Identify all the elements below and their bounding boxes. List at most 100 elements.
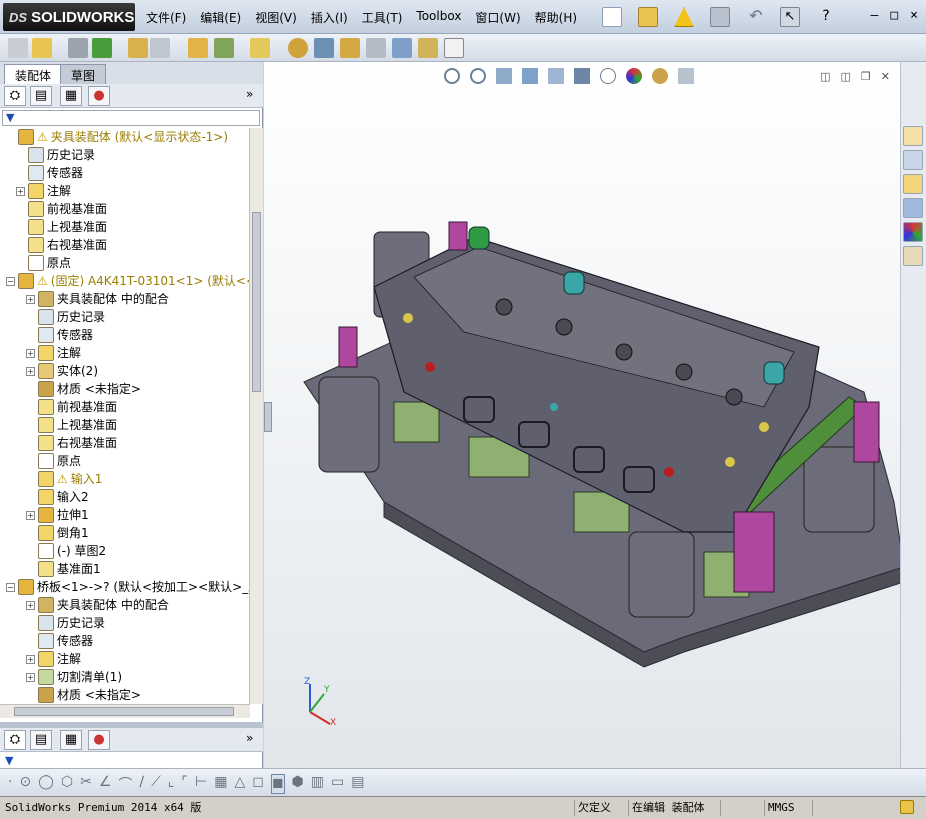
tree-item[interactable]: 历史记录 — [16, 146, 95, 164]
bill-of-materials-icon[interactable] — [340, 38, 360, 58]
point-icon[interactable]: · — [8, 774, 12, 794]
tree-item[interactable]: + 注解 — [26, 344, 81, 362]
smart-fastener-icon[interactable] — [188, 38, 208, 58]
trim-icon[interactable]: ✂ — [80, 774, 92, 794]
angle-icon[interactable]: ∠ — [99, 774, 112, 794]
home-icon[interactable] — [903, 126, 923, 146]
select-arrow-icon[interactable]: ↖ — [780, 7, 800, 27]
property-manager-icon[interactable]: ▤ — [30, 730, 52, 750]
split-view-icon[interactable]: ▥ — [311, 774, 324, 794]
grid-icon[interactable]: ▦ — [214, 774, 227, 794]
rebuild-warning-icon[interactable] — [674, 7, 694, 27]
table-view-icon[interactable]: ▤ — [351, 774, 364, 794]
snapshot-icon[interactable] — [444, 38, 464, 58]
components-icon[interactable] — [92, 38, 112, 58]
interference-icon[interactable] — [366, 38, 386, 58]
feature-manager-icon[interactable]: ⛭ — [4, 730, 26, 750]
configuration-manager-icon[interactable]: ▦ — [60, 730, 82, 750]
close-button[interactable]: × — [910, 8, 918, 23]
filter-funnel-icon[interactable]: ▼ — [2, 754, 260, 768]
undo-icon[interactable]: ↶ — [746, 7, 766, 27]
restore-button[interactable]: □ — [890, 8, 898, 23]
tree-item[interactable]: + 夹具装配体 中的配合 — [26, 290, 169, 308]
tree-item[interactable]: 基准面1 — [26, 560, 101, 578]
mirror-icon[interactable]: ⟋ — [151, 774, 161, 794]
mate-toolbar-icon[interactable] — [128, 38, 148, 58]
tree-expander[interactable]: + — [26, 600, 35, 610]
tree-item[interactable]: 输入2 — [26, 488, 89, 506]
menu-item[interactable]: 帮助(H) — [535, 9, 577, 26]
tree-item[interactable]: (-) 草图2 — [26, 542, 106, 560]
assembly-open-icon[interactable] — [32, 38, 52, 58]
custom-properties-icon[interactable] — [903, 246, 923, 266]
polygon-icon[interactable]: ⬡ — [61, 774, 73, 794]
tree-item[interactable]: 上视基准面 — [26, 416, 117, 434]
dimension-icon[interactable]: ⊢ — [195, 774, 207, 794]
tab-assembly[interactable]: 装配体 — [4, 64, 63, 84]
triangle-icon[interactable]: △ — [234, 774, 245, 794]
minimize-button[interactable]: — — [871, 8, 879, 23]
feature-manager-icon[interactable]: ⛭ — [4, 86, 26, 106]
tree-item[interactable]: 右视基准面 — [16, 236, 107, 254]
gear-icon[interactable] — [288, 38, 308, 58]
line-icon[interactable]: ∕ — [139, 774, 144, 794]
tree-item[interactable]: 历史记录 — [26, 308, 105, 326]
single-view-icon[interactable]: ▭ — [331, 774, 344, 794]
assembly-feature-icon[interactable] — [214, 38, 234, 58]
expand-panel-icon[interactable]: » — [246, 731, 253, 745]
tree-item[interactable]: 材质 <未指定> — [26, 380, 141, 398]
property-manager-icon[interactable]: ▤ — [30, 86, 52, 106]
menu-item[interactable]: 工具(T) — [362, 9, 403, 26]
large-assembly-icon[interactable] — [418, 38, 438, 58]
filter-funnel-icon[interactable]: ▼ — [2, 110, 260, 126]
graphics-viewport[interactable]: ◫ ◫ ❐ ✕ X Y Z — [264, 62, 900, 768]
collapse-panel-handle[interactable] — [264, 402, 272, 432]
tree-expander[interactable]: + — [26, 366, 35, 376]
tree-horizontal-scrollbar[interactable] — [0, 704, 250, 718]
units-indicator[interactable]: MMGS — [764, 800, 798, 816]
print-icon[interactable] — [710, 7, 730, 27]
expand-panel-icon[interactable]: » — [246, 87, 253, 101]
tree-item[interactable]: 原点 — [26, 452, 81, 470]
new-part-icon[interactable] — [8, 38, 28, 58]
tree-item[interactable]: + 注解 — [16, 182, 71, 200]
appearance-icon[interactable]: ● — [88, 86, 110, 106]
explode-view-icon[interactable] — [314, 38, 334, 58]
menu-item[interactable]: 插入(I) — [311, 9, 348, 26]
tree-item[interactable]: 传感器 — [26, 326, 93, 344]
file-explorer-icon[interactable] — [903, 174, 923, 194]
rectangle-icon[interactable]: ⌜ — [181, 774, 188, 794]
configuration-manager-icon[interactable]: ▦ — [60, 86, 82, 106]
menu-item[interactable]: 窗口(W) — [475, 9, 520, 26]
tree-item[interactable]: ⚠ 夹具装配体 (默认<显示状态-1>) — [6, 128, 228, 146]
tab-sketch[interactable]: 草图 — [60, 64, 107, 84]
tree-item[interactable]: 传感器 — [16, 164, 83, 182]
shaded-cube-icon[interactable]: ◼ — [270, 774, 285, 794]
tree-expander[interactable]: + — [26, 672, 35, 682]
design-library-icon[interactable] — [903, 150, 923, 170]
cube-icon[interactable]: ◻ — [252, 774, 264, 794]
tree-item[interactable]: ⚠ 输入1 — [26, 470, 102, 488]
tree-expander[interactable]: + — [16, 186, 25, 196]
scrollbar-thumb[interactable] — [252, 212, 261, 392]
new-document-icon[interactable] — [602, 7, 622, 27]
tree-expander[interactable]: − — [6, 582, 15, 592]
open-folder-icon[interactable] — [638, 7, 658, 27]
tree-item[interactable]: + 实体(2) — [26, 362, 98, 380]
help-icon[interactable]: ? — [816, 7, 836, 27]
corner-icon[interactable]: ⌞ — [168, 774, 175, 794]
view-palette-icon[interactable] — [903, 198, 923, 218]
appearances-scenes-icon[interactable] — [903, 222, 923, 242]
menu-item[interactable]: 编辑(E) — [200, 9, 241, 26]
rebuild-icon[interactable] — [900, 800, 914, 814]
view-cube-icon[interactable]: ⬢ — [292, 774, 304, 794]
menu-item[interactable]: 视图(V) — [255, 9, 297, 26]
tree-expander[interactable]: + — [26, 348, 35, 358]
tree-item[interactable]: 历史记录 — [26, 614, 105, 632]
tree-item[interactable]: + 拉伸1 — [26, 506, 89, 524]
tree-item[interactable]: + 注解 — [26, 650, 81, 668]
reference-geometry-icon[interactable] — [250, 38, 270, 58]
tree-expander[interactable]: − — [6, 276, 15, 286]
appearance-icon[interactable]: ● — [88, 730, 110, 750]
tree-item[interactable]: 传感器 — [26, 632, 93, 650]
